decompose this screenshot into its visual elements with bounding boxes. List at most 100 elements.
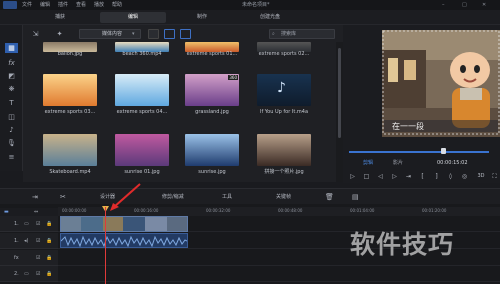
timecode[interactable]: 00:00:15:02 xyxy=(437,159,468,167)
scissors-icon[interactable]: ✂ xyxy=(60,192,66,202)
track-lock-icon[interactable]: 🔒 xyxy=(46,237,52,245)
tab-edit[interactable]: 编辑 xyxy=(100,12,166,23)
timeline-toolbar: ⇥ ✂ 设计器 修剪/缩减 工具 关键帧 🗑 ▤ xyxy=(0,188,500,204)
menu-help[interactable]: 帮助 xyxy=(112,1,122,9)
track-toggle-icon[interactable]: ▬ xyxy=(4,208,9,216)
tab-produce[interactable]: 制作 xyxy=(182,12,222,23)
media-label: grassland.jpg xyxy=(195,109,229,115)
snapshot-icon[interactable]: ◎ xyxy=(460,172,469,181)
audio-filter-icon[interactable] xyxy=(180,29,191,39)
watermark-text: 软件技巧 xyxy=(350,230,455,259)
menu-plugins[interactable]: 插件 xyxy=(58,1,68,9)
menu-view[interactable]: 查看 xyxy=(76,1,86,9)
track-header-video[interactable]: 2. ▭ ☑ 🔒 xyxy=(0,266,58,282)
chapter-room-icon[interactable]: ≡ xyxy=(5,152,18,162)
media-label: ballon.jpg xyxy=(57,51,83,57)
trim-button[interactable]: 修剪/缩减 xyxy=(162,192,184,202)
media-thumbnail[interactable] xyxy=(257,134,311,166)
timeline-header: ▬ ⇔ xyxy=(0,208,58,216)
video-filter-icon[interactable] xyxy=(148,29,159,39)
tab-capture[interactable]: 捕获 xyxy=(40,12,80,23)
track-lock-icon[interactable]: 🔒 xyxy=(46,220,52,228)
dropdown-label: 媒体内容 xyxy=(102,31,123,37)
fullscreen-icon[interactable]: ⛶ xyxy=(490,172,499,181)
seek-slider-handle[interactable] xyxy=(441,148,446,154)
search-icon: ⌕ xyxy=(272,31,275,37)
media-thumbnail[interactable] xyxy=(185,134,239,166)
audio-mixer-icon[interactable]: ♪ xyxy=(5,125,18,135)
ruler-label: 00:00:16:00 xyxy=(134,208,159,213)
media-thumbnail[interactable] xyxy=(43,134,97,166)
media-label: sunrise.jpg xyxy=(198,169,226,175)
mark-in-icon[interactable]: [ xyxy=(418,172,427,181)
tab-clip[interactable]: 剪辑 xyxy=(363,159,373,167)
tools-button[interactable]: 工具 xyxy=(222,192,232,202)
plugin-icon[interactable]: ✦ xyxy=(53,29,66,39)
preview-panel: 在一一段 剪辑 影片 00:00:15:02 ▷ □ ◁ ▷ ⇥ [ ] ◊ ◎… xyxy=(343,25,500,183)
track-enable-checkbox[interactable]: ☑ xyxy=(36,220,40,228)
scroll-thumb[interactable] xyxy=(338,48,341,138)
preview-frame-image: 在一一段 xyxy=(382,30,500,137)
image-filter-icon[interactable] xyxy=(164,29,175,39)
media-label: 拼接一个照片.jpg xyxy=(264,169,304,175)
fx-room-icon[interactable]: fx xyxy=(5,58,18,68)
preview-caption: 在一一段 xyxy=(392,121,424,131)
video-track-icon: ▭ xyxy=(24,221,29,227)
audio-clip[interactable] xyxy=(60,233,188,248)
media-thumbnail[interactable] xyxy=(115,74,169,106)
media-thumbnail[interactable] xyxy=(43,74,97,106)
microphone-icon[interactable]: 🎙 xyxy=(5,138,18,148)
track-enable-checkbox[interactable]: ☑ xyxy=(36,237,40,245)
track-header-video[interactable]: 1. ▭ ☑ 🔒 xyxy=(0,216,58,232)
library-scrollbar[interactable] xyxy=(336,42,343,182)
expand-icon[interactable]: ⇔ xyxy=(34,208,38,216)
track-header-audio[interactable]: 1. ◂) ☑ 🔒 xyxy=(0,233,58,249)
maximize-icon[interactable]: □ xyxy=(462,1,467,9)
transition-room-icon[interactable]: ◫ xyxy=(5,112,18,122)
360-badge: 360 xyxy=(228,75,238,80)
tab-movie[interactable]: 影片 xyxy=(393,159,403,167)
track-enable-checkbox[interactable]: ☑ xyxy=(36,270,40,278)
window-title: 未命名项目* xyxy=(242,2,270,8)
play-icon[interactable]: ▷ xyxy=(348,172,357,181)
track-header-effect[interactable]: fx ☑ 🔒 xyxy=(0,250,58,266)
storyboard-icon[interactable]: ▤ xyxy=(352,192,359,202)
track-lock-icon[interactable]: 🔒 xyxy=(46,254,52,262)
menu-edit[interactable]: 编辑 xyxy=(40,1,50,9)
delete-icon[interactable]: 🗑 xyxy=(325,192,334,202)
next-icon[interactable]: ▷ xyxy=(390,172,399,181)
timeline-ruler[interactable]: 00:00:00:00 00:00:16:00 00:00:32:00 00:00:4… xyxy=(58,207,500,216)
mark-out-icon[interactable]: ] xyxy=(432,172,441,181)
3d-mode-button[interactable]: 3D xyxy=(474,172,488,181)
close-icon[interactable]: ✕ xyxy=(482,1,486,9)
media-thumbnail[interactable]: 360 xyxy=(185,74,239,106)
particle-room-icon[interactable]: ❋ xyxy=(5,84,18,94)
media-filter-dropdown[interactable]: 媒体内容 ▾ xyxy=(79,29,141,39)
tab-create-disc[interactable]: 创建光盘 xyxy=(245,12,295,23)
import-icon[interactable]: ⇲ xyxy=(29,29,42,39)
preview-seekbar[interactable] xyxy=(349,151,489,153)
title-room-icon[interactable]: T xyxy=(5,98,18,108)
media-thumbnail[interactable]: ♪ xyxy=(257,74,311,106)
stop-icon[interactable]: □ xyxy=(362,172,371,181)
prev-icon[interactable]: ◁ xyxy=(376,172,385,181)
search-input[interactable]: ⌕ 搜索库 xyxy=(269,29,335,39)
pip-room-icon[interactable]: ◩ xyxy=(5,71,18,81)
media-room-icon[interactable]: ▦ xyxy=(5,43,18,53)
minimize-icon[interactable]: – xyxy=(442,1,445,9)
track-enable-checkbox[interactable]: ☑ xyxy=(36,254,40,262)
menu-play[interactable]: 播放 xyxy=(94,1,104,9)
chevron-down-icon: ▾ xyxy=(132,31,135,37)
volume-icon[interactable]: ◊ xyxy=(446,172,455,181)
room-toolbar: ▦ fx ◩ ❋ T ◫ ♪ 🎙 ≡ xyxy=(0,25,23,171)
video-clip[interactable] xyxy=(60,216,188,232)
step-icon[interactable]: ⇥ xyxy=(404,172,413,181)
keyframe-button[interactable]: 关键帧 xyxy=(276,192,291,202)
track-lane[interactable] xyxy=(58,266,500,282)
fit-icon[interactable]: ⇥ xyxy=(32,192,38,202)
media-thumbnail[interactable] xyxy=(115,134,169,166)
menu-file[interactable]: 文件 xyxy=(22,1,32,9)
designer-button[interactable]: 设计器 xyxy=(100,192,115,202)
track-lock-icon[interactable]: 🔒 xyxy=(46,270,52,278)
playhead-line[interactable] xyxy=(105,207,106,284)
